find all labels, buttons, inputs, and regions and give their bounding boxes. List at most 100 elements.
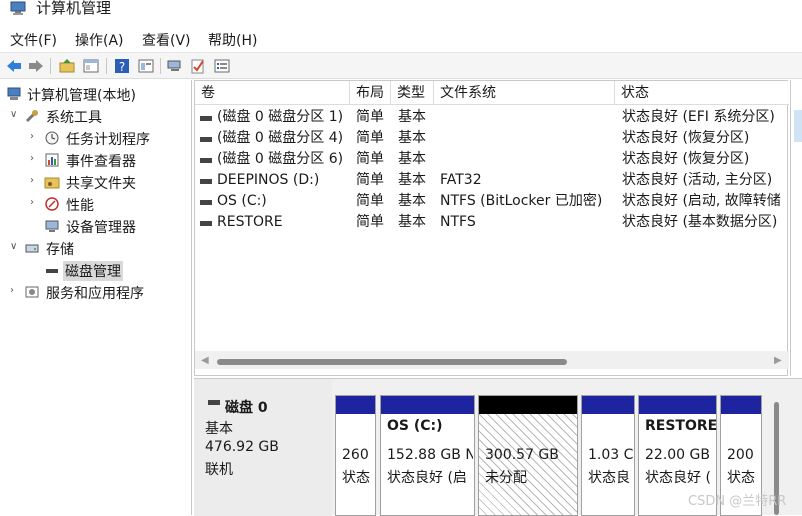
tree-label-task-scheduler: 任务计划程序 [66,132,150,148]
chevron-right-icon[interactable]: › [30,198,40,208]
volume-row[interactable]: OS (C:) 简单 基本 NTFS (BitLocker 已加密) 状态良好 … [195,191,789,212]
watermark: CSDN @兰特RR [688,494,787,509]
properties-icon[interactable] [137,57,155,75]
volume-type: 基本 [398,193,426,209]
tools-icon [25,110,38,123]
partition-size: 22.00 GB [645,447,710,463]
chevron-right-icon[interactable]: › [30,176,40,186]
scroll-left-icon[interactable]: ◀ [201,355,209,366]
menu-bar: 文件(F) 操作(A) 查看(V) 帮助(H) [0,24,802,52]
show-hide-tree-icon[interactable] [82,57,100,75]
chevron-down-icon[interactable]: ∨ [10,242,20,252]
volume-name: (磁盘 0 磁盘分区 1) [217,109,344,125]
tree-item-disk-management[interactable]: 磁盘管理 [0,261,190,281]
tree-item-system-tools[interactable]: ∨ 系统工具 [0,107,190,127]
volume-name: (磁盘 0 磁盘分区 4) [217,130,344,146]
menu-action[interactable]: 操作(A) [75,30,124,50]
svg-text:?: ? [119,60,125,74]
disk-info[interactable]: 磁盘 0 基本 476.92 GB 联机 [194,379,332,516]
navigation-tree: 计算机管理(本地) ∨ 系统工具 › 任务计划程序 › 事件查看器 › 共享文件… [0,80,192,515]
volume-row[interactable]: RESTORE 简单 基本 NTFS 状态良好 (基本数据分区) [195,212,789,233]
volume-status: 状态良好 (启动, 故障转储 [622,193,781,209]
partition-block[interactable]: 1.03 C 状态良 [581,395,635,516]
column-header-volume[interactable]: 卷 [195,81,350,105]
tree-label-system-tools: 系统工具 [46,110,102,126]
scroll-right-icon[interactable]: ▶ [774,355,782,366]
partition-size: 1.03 C [588,447,634,463]
volume-layout: 简单 [356,151,384,167]
help-icon[interactable]: ? [113,57,131,75]
volume-row[interactable]: (磁盘 0 磁盘分区 4) 简单 基本 状态良好 (恢复分区) [195,128,789,149]
volume-layout: 简单 [356,193,384,209]
volume-type: 基本 [398,130,426,146]
partition-block[interactable]: 260 状态 [335,395,376,516]
column-header-filesystem[interactable]: 文件系统 [434,81,615,105]
menu-view[interactable]: 查看(V) [142,30,191,50]
partition-band [381,396,474,414]
volume-list-header: 卷 布局 类型 文件系统 状态 [195,81,789,105]
partition-status: 状态良好 ( [645,470,711,486]
checklist-icon[interactable] [189,57,207,75]
volume-row[interactable]: DEEPINOS (D:) 简单 基本 FAT32 状态良好 (活动, 主分区) [195,170,789,191]
menu-help[interactable]: 帮助(H) [208,30,257,50]
chevron-down-icon[interactable]: ∨ [10,110,20,120]
partition-status: 未分配 [485,470,527,486]
tree-label-device-manager: 设备管理器 [66,220,136,236]
volume-icon [200,221,212,226]
chevron-right-icon[interactable]: › [10,286,20,296]
volume-list: 卷 布局 类型 文件系统 状态 (磁盘 0 磁盘分区 1) 简单 基本 状态良好… [194,80,789,376]
volume-name: DEEPINOS (D:) [217,172,320,188]
forward-icon[interactable] [27,57,45,75]
tree-label-root: 计算机管理(本地) [27,88,136,104]
volume-icon [200,158,212,163]
event-viewer-icon [45,153,59,167]
volume-type: 基本 [398,172,426,188]
volume-icon [200,200,212,205]
tree-item-services[interactable]: › 服务和应用程序 [0,283,190,303]
menu-file[interactable]: 文件(F) [10,30,57,50]
column-header-layout[interactable]: 布局 [350,81,391,105]
tree-item-shared-folders[interactable]: › 共享文件夹 [0,173,190,193]
tree-item-event-viewer[interactable]: › 事件查看器 [0,151,190,171]
storage-icon [25,244,39,253]
toolbar: ? [0,52,802,79]
actions-pane-scroll-thumb[interactable] [794,110,802,142]
volume-layout: 简单 [356,172,384,188]
disk-name: 磁盘 0 [225,400,268,416]
toolbar-separator [50,58,51,74]
volume-icon [200,116,212,121]
volume-row[interactable]: (磁盘 0 磁盘分区 1) 简单 基本 状态良好 (EFI 系统分区) [195,107,789,128]
tree-label-storage: 存储 [46,242,74,258]
connect-icon[interactable] [166,57,184,75]
chevron-right-icon[interactable]: › [30,154,40,164]
volume-filesystem: NTFS [440,214,476,230]
volume-icon [200,179,212,184]
volume-row[interactable]: (磁盘 0 磁盘分区 6) 简单 基本 状态良好 (恢复分区) [195,149,789,170]
column-header-status[interactable]: 状态 [615,81,789,105]
horizontal-scrollbar[interactable]: ◀ ▶ [195,351,789,369]
tree-item-performance[interactable]: › 性能 [0,195,190,215]
volume-name: (磁盘 0 磁盘分区 6) [217,151,344,167]
scrollbar-thumb[interactable] [217,359,567,365]
tree-item-storage[interactable]: ∨ 存储 [0,239,190,259]
partition-band [721,396,761,414]
partition-block-unallocated[interactable]: 300.57 GB 未分配 [478,395,578,516]
list-icon[interactable] [213,57,231,75]
volume-layout: 简单 [356,130,384,146]
tree-item-task-scheduler[interactable]: › 任务计划程序 [0,129,190,149]
volume-name: OS (C:) [217,193,267,209]
chevron-right-icon[interactable]: › [30,132,40,142]
volume-type: 基本 [398,151,426,167]
tree-item-root[interactable]: 计算机管理(本地) [0,85,190,105]
column-header-type[interactable]: 类型 [391,81,434,105]
partition-band [479,396,577,414]
partition-block[interactable]: OS (C:) 152.88 GB N 状态良好 (启 [380,395,475,516]
tree-item-device-manager[interactable]: 设备管理器 [0,217,190,237]
up-folder-icon[interactable] [58,57,76,75]
shared-folder-icon [44,177,60,189]
volume-name: RESTORE [217,214,283,230]
back-icon[interactable] [5,57,23,75]
volume-status: 状态良好 (恢复分区) [622,130,750,146]
partition-size: 200 [727,447,754,463]
partition-band [582,396,634,414]
